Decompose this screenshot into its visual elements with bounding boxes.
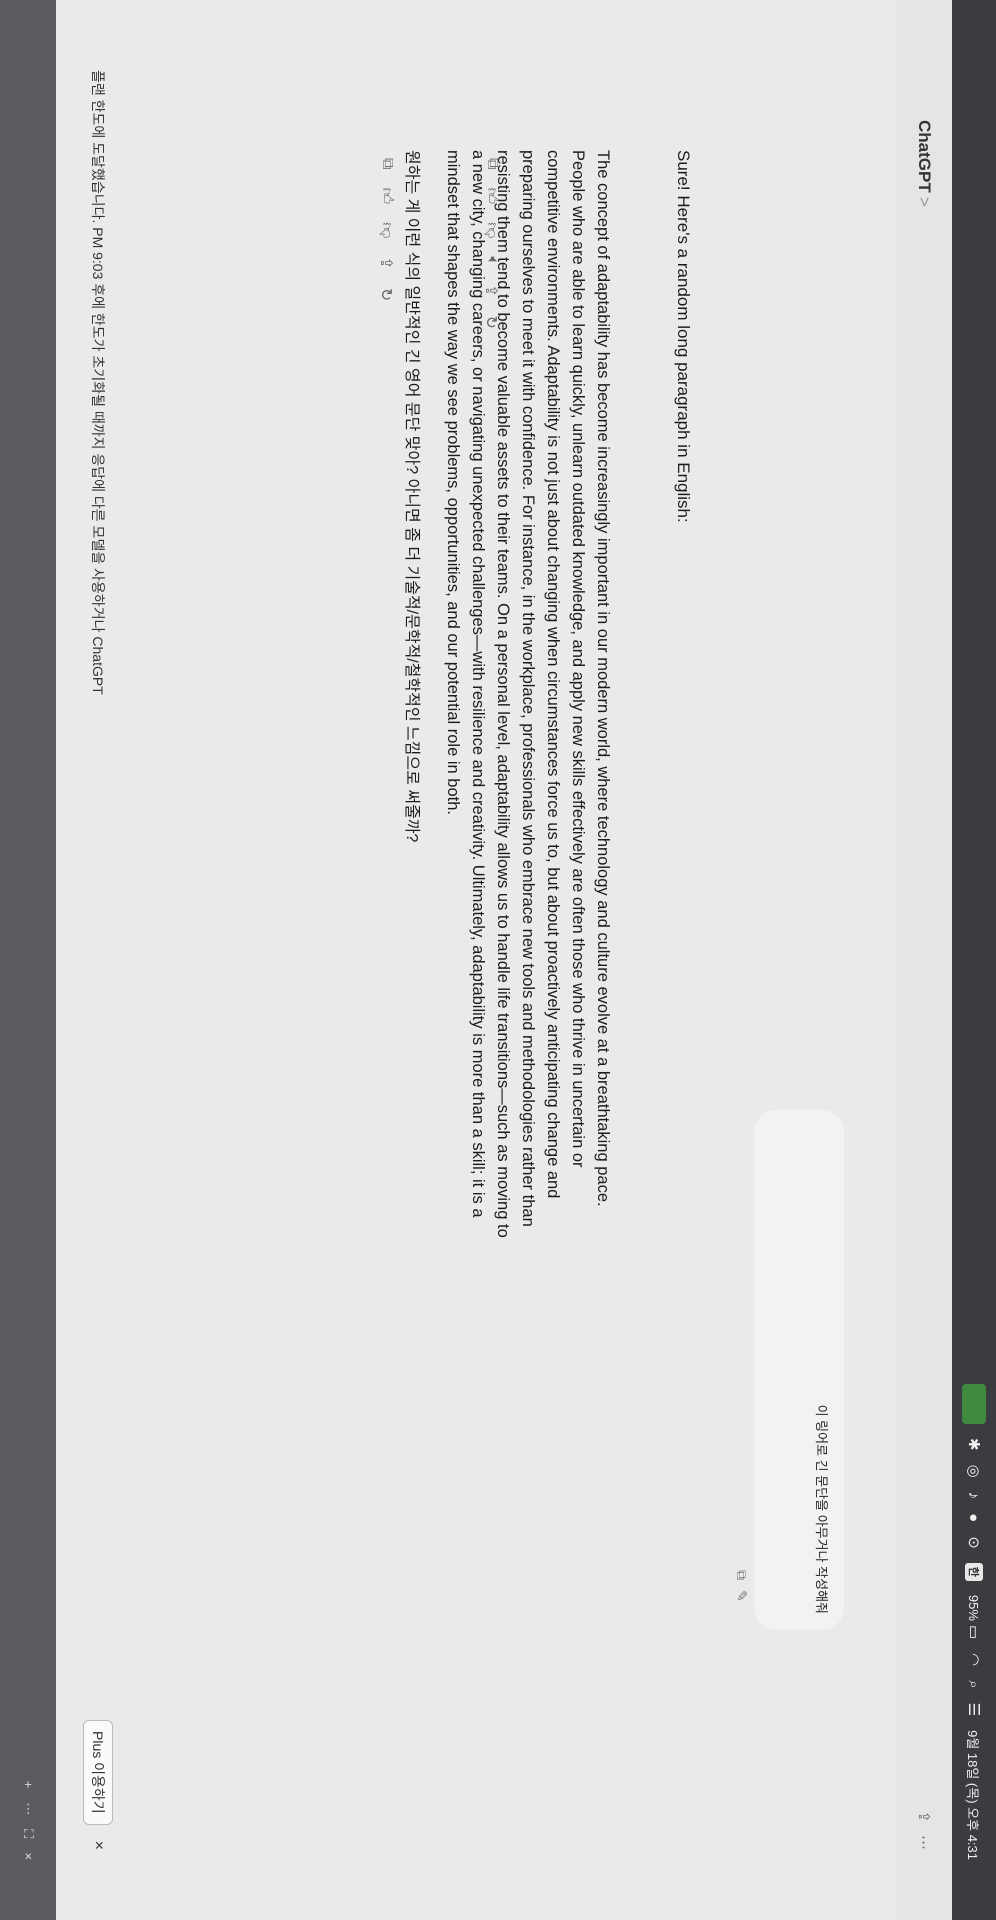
user-message-bubble: 이 링어로 긴 문단을 아무거나 작성해줘 <box>754 1110 844 1630</box>
share-icon[interactable]: ⇪ <box>481 284 501 297</box>
bottom-actions: + ⋯ ⛶ × <box>20 1781 36 1860</box>
chevron-right-icon: > <box>915 196 934 207</box>
thumbs-down-icon[interactable]: 👎︎ <box>376 222 396 238</box>
battery-icon: ▭ <box>965 1624 983 1640</box>
battery-status[interactable]: 95% ▭ <box>965 1594 983 1640</box>
close-icon[interactable]: × <box>89 1841 107 1850</box>
thumbs-up-icon[interactable]: 👍︎ <box>481 187 501 204</box>
share-icon[interactable]: ⇪ <box>376 256 396 269</box>
menubar-app-indicator[interactable] <box>962 1383 986 1424</box>
screen: ✱ ◎ ♪ ● ⊙ 한 95% ▭ ◠ ⌕ ☰ 9월 18일 (목) 오후 4:… <box>0 0 996 1920</box>
more-icon[interactable]: ⋯ <box>915 1835 933 1850</box>
thumbs-up-icon[interactable]: 👍︎ <box>376 187 396 204</box>
sound-icon[interactable]: ♪ <box>966 1492 983 1500</box>
user-message-actions: ⧉ ✎ <box>733 1570 750 1602</box>
copy-icon[interactable]: ⧉ <box>733 1570 750 1580</box>
share-icon[interactable]: ⇪ <box>915 1810 933 1823</box>
control-center-icon[interactable]: ☰ <box>966 1703 983 1716</box>
menu-bar: ✱ ◎ ♪ ● ⊙ 한 95% ▭ ◠ ⌕ ☰ 9월 18일 (목) 오후 4:… <box>952 0 996 1920</box>
close-icon[interactable]: × <box>20 1852 36 1860</box>
expand-icon[interactable]: ⛶ <box>20 1829 36 1838</box>
play-icon[interactable]: ⊙ <box>966 1536 983 1549</box>
copy-icon[interactable]: ⧉ <box>481 158 501 169</box>
assistant-message: Sure! Here's a random long paragraph in … <box>422 150 746 1250</box>
followup-actions: ⧉ 👍︎ 👎︎ ⇪ ↻ <box>376 158 396 301</box>
copy-icon[interactable]: ⧉ <box>376 158 396 169</box>
assistant-message-actions: ⧉ 👍︎ 👎︎ 🔈︎ ⇪ ↻ <box>481 158 501 329</box>
add-icon[interactable]: + <box>20 1781 36 1789</box>
thumbs-down-icon[interactable]: 👎︎ <box>481 222 501 238</box>
user-message-text: 이 링어로 긴 문단을 아무거나 작성해줘 <box>814 1404 829 1614</box>
limit-banner-text: 플랜 한도에 도달했습니다. PM 9:03 후에 한도가 초기화될 때까지 응… <box>90 70 106 695</box>
header-actions: ⇪ ⋯ <box>915 1810 933 1850</box>
bottom-toolbar: + ⋯ ⛶ × <box>0 0 56 1920</box>
upgrade-plus-button[interactable]: Plus 이용하기 <box>83 1720 113 1825</box>
refresh-icon[interactable]: ↻ <box>376 288 396 301</box>
edit-icon[interactable]: ✎ <box>733 1590 750 1602</box>
search-icon[interactable]: ⌕ <box>966 1680 983 1688</box>
refresh-icon[interactable]: ↻ <box>481 315 501 328</box>
record-icon[interactable]: ● <box>966 1513 983 1522</box>
assistant-paragraph: The concept of adaptability has become i… <box>444 150 612 1238</box>
battery-percent: 95% <box>966 1594 982 1621</box>
app-header: ChatGPT > ⇪ ⋯ <box>896 0 952 1920</box>
menubar-clock[interactable]: 9월 18일 (목) 오후 4:31 <box>965 1730 984 1860</box>
limit-banner: 플랜 한도에 도달했습니다. PM 9:03 후에 한도가 초기화될 때까지 응… <box>78 70 118 1850</box>
input-source-badge[interactable]: 한 <box>965 1562 983 1581</box>
model-selector[interactable]: ChatGPT > <box>914 120 934 207</box>
speaker-icon[interactable]: 🔈︎ <box>481 256 501 266</box>
app-name: ChatGPT <box>915 120 934 193</box>
control-icon[interactable]: ◎ <box>966 1465 983 1478</box>
bluetooth-icon[interactable]: ✱ <box>966 1438 983 1451</box>
more-icon[interactable]: ⋯ <box>20 1802 36 1815</box>
assistant-followup-question: 원하는 게 이런 식의 일반적인 긴 영어 문단 맞아? 아니면 좀 더 기술적… <box>403 150 420 843</box>
chat-area: 이 링어로 긴 문단을 아무거나 작성해줘 ⧉ ✎ Sure! Here's a… <box>76 0 896 1920</box>
wifi-icon[interactable]: ◠ <box>966 1653 983 1666</box>
assistant-intro: Sure! Here's a random long paragraph in … <box>674 150 693 523</box>
conversation: 이 링어로 긴 문단을 아무거나 작성해줘 ⧉ ✎ Sure! Here's a… <box>76 150 896 1750</box>
